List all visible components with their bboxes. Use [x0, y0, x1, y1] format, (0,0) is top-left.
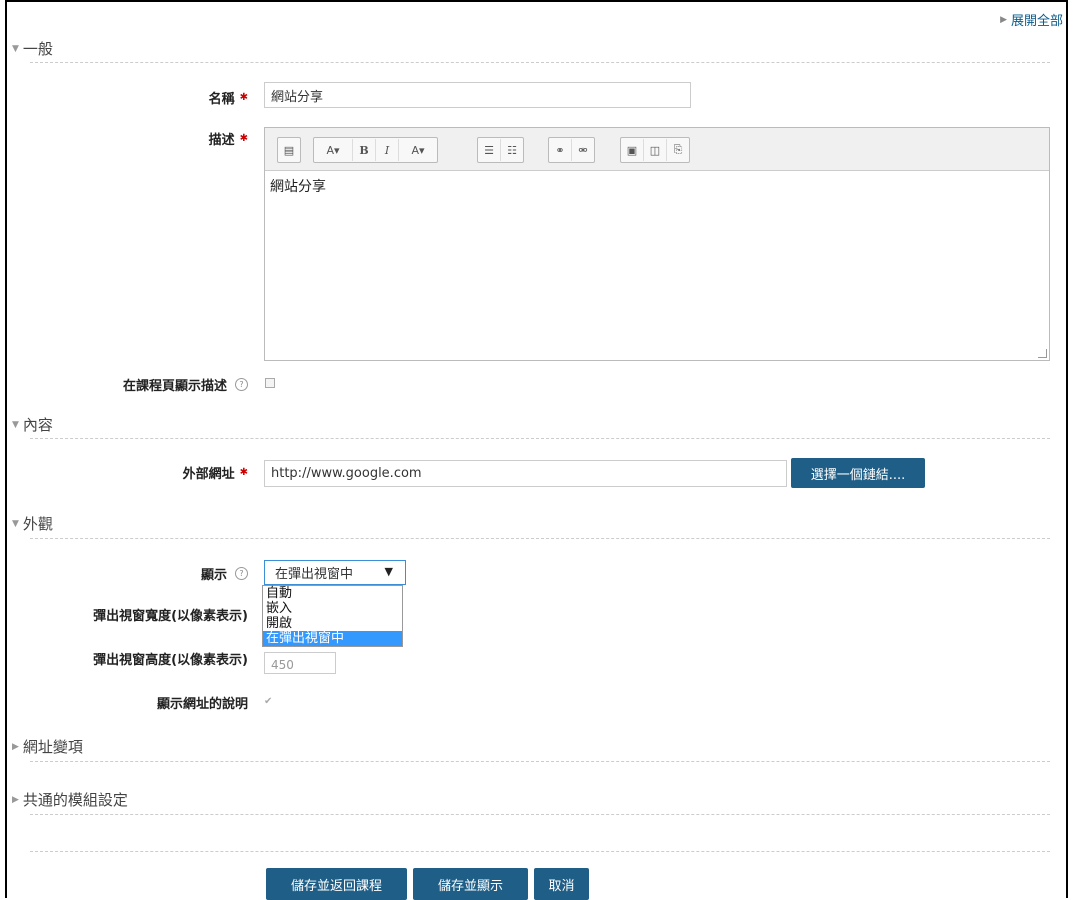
unordered-list-icon[interactable]: ☰ — [478, 139, 501, 161]
collapse-triangle-icon: ▼ — [12, 43, 19, 54]
expand-all-label: 展開全部 — [1010, 14, 1063, 29]
show-description-label-text: 在課程頁顯示描述 — [122, 378, 227, 394]
save-display-button[interactable]: 儲存並顯示 — [413, 868, 528, 900]
toolbar-group-1: ▤ — [277, 137, 301, 163]
description-label: 描述 ✱ — [100, 128, 248, 148]
toolbar-toggle-icon[interactable]: ▤ — [278, 139, 300, 161]
popup-height-label-text: 彈出視窗高度(以像素表示) — [93, 652, 248, 668]
popup-width-label-text: 彈出視窗寬度(以像素表示) — [93, 608, 248, 624]
external-url-input[interactable] — [264, 460, 787, 487]
section-general-header[interactable]: ▼ 一般 — [12, 38, 53, 59]
section-appearance-title: 外觀 — [22, 515, 53, 533]
section-url-variables-title: 網址變項 — [22, 738, 83, 756]
display-select[interactable]: 在彈出視窗中 ▼ — [264, 560, 406, 585]
ordered-list-icon[interactable]: ☷ — [501, 139, 523, 161]
cancel-button[interactable]: 取消 — [534, 868, 589, 900]
toolbar-group-5: ▣ ◫ ⎘ — [620, 137, 690, 163]
editor-content[interactable]: 網站分享 — [270, 176, 326, 196]
description-editor[interactable]: ▤ A▾ B I A▾ ☰ ☷ ⚭ ⚮ ▣ ◫ ⎘ 網站分享 — [264, 127, 1050, 361]
display-label: 顯示 ? — [100, 563, 248, 583]
font-color-icon[interactable]: A▾ — [399, 139, 437, 161]
collapse-triangle-icon: ▼ — [12, 419, 19, 430]
display-option[interactable]: 開啟 — [263, 616, 402, 631]
editor-toolbar: ▤ A▾ B I A▾ ☰ ☷ ⚭ ⚮ ▣ ◫ ⎘ — [265, 128, 1049, 171]
help-icon[interactable]: ? — [235, 377, 248, 391]
display-select-value: 在彈出視窗中 — [275, 567, 354, 582]
section-divider — [30, 438, 1050, 439]
external-url-label-text: 外部網址 — [182, 466, 235, 482]
section-divider — [30, 62, 1050, 63]
italic-icon[interactable]: I — [376, 139, 399, 161]
name-label-text: 名稱 — [208, 91, 235, 107]
popup-height-label: 彈出視窗高度(以像素表示) — [20, 648, 248, 668]
collapse-triangle-icon: ▼ — [12, 518, 19, 529]
expand-triangle-icon: ▶ — [12, 794, 19, 805]
section-general-title: 一般 — [22, 40, 53, 58]
choose-link-button[interactable]: 選擇一個鏈結.... — [791, 458, 925, 488]
section-divider — [30, 538, 1050, 539]
show-url-description-label-text: 顯示網址的說明 — [156, 696, 248, 712]
save-return-button[interactable]: 儲存並返回課程 — [266, 868, 407, 900]
toolbar-group-2: A▾ B I A▾ — [313, 137, 438, 163]
display-dropdown-list: 自動 嵌入 開啟 在彈出視窗中 — [262, 585, 403, 647]
popup-height-value: 450 — [271, 658, 294, 672]
manage-files-icon[interactable]: ⎘ — [667, 139, 689, 161]
display-label-text: 顯示 — [200, 567, 227, 583]
required-icon: ✱ — [239, 132, 248, 144]
show-description-label: 在課程頁顯示描述 ? — [60, 374, 248, 394]
popup-width-label: 彈出視窗寬度(以像素表示) — [20, 604, 248, 624]
required-icon: ✱ — [239, 466, 248, 478]
name-input[interactable] — [264, 82, 691, 108]
style-icon[interactable]: A▾ — [314, 139, 353, 161]
image-icon[interactable]: ▣ — [621, 139, 644, 161]
show-description-checkbox[interactable] — [265, 378, 275, 388]
display-option[interactable]: 嵌入 — [263, 601, 402, 616]
show-url-description-label: 顯示網址的說明 — [60, 692, 248, 712]
required-icon: ✱ — [239, 91, 248, 103]
toolbar-group-4: ⚭ ⚮ — [548, 137, 595, 163]
section-divider — [30, 851, 1050, 852]
popup-height-input[interactable]: 450 — [264, 652, 336, 674]
section-content-header[interactable]: ▼ 內容 — [12, 414, 53, 435]
section-common-settings-header[interactable]: ▶ 共通的模組設定 — [12, 789, 128, 810]
unlink-icon[interactable]: ⚮ — [572, 139, 594, 161]
dropdown-arrow-icon: ▼ — [384, 565, 393, 578]
external-url-label: 外部網址 ✱ — [100, 461, 248, 483]
display-option[interactable]: 自動 — [263, 586, 402, 601]
name-label: 名稱 ✱ — [100, 84, 248, 110]
resize-handle-icon[interactable] — [1038, 349, 1047, 358]
bold-icon[interactable]: B — [353, 139, 376, 161]
description-label-text: 描述 — [208, 132, 235, 148]
section-url-variables-header[interactable]: ▶ 網址變項 — [12, 736, 83, 757]
expand-all-link[interactable]: ▶ 展開全部 — [1000, 10, 1063, 29]
toolbar-group-3: ☰ ☷ — [477, 137, 524, 163]
section-divider — [30, 761, 1050, 762]
link-icon[interactable]: ⚭ — [549, 139, 572, 161]
display-option-selected[interactable]: 在彈出視窗中 — [263, 631, 402, 646]
expand-triangle-icon: ▶ — [1000, 14, 1007, 25]
expand-triangle-icon: ▶ — [12, 741, 19, 752]
section-common-settings-title: 共通的模組設定 — [22, 791, 128, 809]
show-url-description-checkbox[interactable]: ✔ — [264, 696, 272, 707]
section-appearance-header[interactable]: ▼ 外觀 — [12, 513, 53, 534]
help-icon[interactable]: ? — [235, 566, 248, 580]
section-content-title: 內容 — [22, 416, 53, 434]
section-divider — [30, 814, 1050, 815]
media-icon[interactable]: ◫ — [644, 139, 667, 161]
